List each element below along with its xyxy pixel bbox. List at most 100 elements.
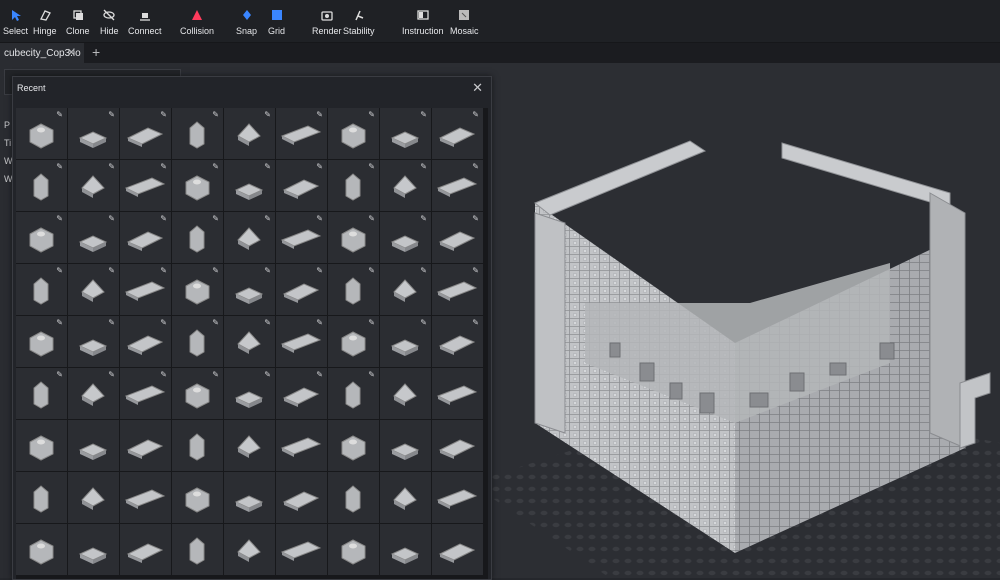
part-cell[interactable]: ✎ <box>328 160 379 211</box>
tool-select-button[interactable]: Select <box>3 8 28 36</box>
part-cell[interactable] <box>432 472 483 523</box>
pin-icon[interactable]: ✎ <box>108 370 115 379</box>
part-cell[interactable] <box>16 472 67 523</box>
pin-icon[interactable]: ✎ <box>56 162 63 171</box>
pin-icon[interactable]: ✎ <box>368 370 375 379</box>
pin-icon[interactable]: ✎ <box>56 110 63 119</box>
part-cell[interactable] <box>328 420 379 471</box>
part-cell[interactable]: ✎ <box>432 108 483 159</box>
pin-icon[interactable]: ✎ <box>212 110 219 119</box>
part-cell[interactable]: ✎ <box>120 368 171 419</box>
pin-icon[interactable]: ✎ <box>316 266 323 275</box>
pin-icon[interactable]: ✎ <box>212 162 219 171</box>
part-cell[interactable]: ✎ <box>68 368 119 419</box>
pin-icon[interactable]: ✎ <box>420 266 427 275</box>
pin-icon[interactable]: ✎ <box>264 214 271 223</box>
part-cell[interactable]: ✎ <box>328 368 379 419</box>
part-cell[interactable]: ✎ <box>16 108 67 159</box>
pin-icon[interactable]: ✎ <box>108 266 115 275</box>
part-cell[interactable]: ✎ <box>224 108 275 159</box>
close-tab-icon[interactable]: ✕ <box>67 46 76 59</box>
tool-snap-button[interactable]: Snap <box>236 8 257 36</box>
tool-clone-button[interactable]: Clone <box>66 8 90 36</box>
part-cell[interactable] <box>380 420 431 471</box>
part-cell[interactable]: ✎ <box>224 368 275 419</box>
part-cell[interactable] <box>432 368 483 419</box>
part-cell[interactable]: ✎ <box>68 316 119 367</box>
part-cell[interactable]: ✎ <box>224 212 275 263</box>
pin-icon[interactable]: ✎ <box>160 110 167 119</box>
pin-icon[interactable]: ✎ <box>420 162 427 171</box>
part-cell[interactable]: ✎ <box>16 264 67 315</box>
part-cell[interactable] <box>328 524 379 575</box>
pin-icon[interactable]: ✎ <box>56 214 63 223</box>
pin-icon[interactable]: ✎ <box>472 162 479 171</box>
pin-icon[interactable]: ✎ <box>264 110 271 119</box>
part-cell[interactable]: ✎ <box>224 160 275 211</box>
pin-icon[interactable]: ✎ <box>420 214 427 223</box>
pin-icon[interactable]: ✎ <box>472 110 479 119</box>
part-cell[interactable]: ✎ <box>328 212 379 263</box>
part-cell[interactable]: ✎ <box>224 316 275 367</box>
pin-icon[interactable]: ✎ <box>316 318 323 327</box>
pin-icon[interactable]: ✎ <box>212 214 219 223</box>
tool-hinge-button[interactable]: Hinge <box>33 8 57 36</box>
part-cell[interactable] <box>120 472 171 523</box>
pin-icon[interactable]: ✎ <box>420 110 427 119</box>
part-cell[interactable] <box>120 420 171 471</box>
part-cell[interactable] <box>16 524 67 575</box>
part-cell[interactable]: ✎ <box>328 316 379 367</box>
part-cell[interactable] <box>276 420 327 471</box>
tool-grid-button[interactable]: Grid <box>268 8 285 36</box>
pin-icon[interactable]: ✎ <box>160 318 167 327</box>
pin-icon[interactable]: ✎ <box>108 214 115 223</box>
part-cell[interactable]: ✎ <box>380 108 431 159</box>
pin-icon[interactable]: ✎ <box>108 318 115 327</box>
pin-icon[interactable]: ✎ <box>212 266 219 275</box>
part-cell[interactable] <box>172 472 223 523</box>
part-cell[interactable]: ✎ <box>276 108 327 159</box>
part-cell[interactable] <box>224 420 275 471</box>
pin-icon[interactable]: ✎ <box>368 214 375 223</box>
part-cell[interactable]: ✎ <box>68 264 119 315</box>
part-cell[interactable] <box>172 524 223 575</box>
part-cell[interactable] <box>380 472 431 523</box>
pin-icon[interactable]: ✎ <box>316 162 323 171</box>
pin-icon[interactable]: ✎ <box>264 370 271 379</box>
part-cell[interactable]: ✎ <box>172 264 223 315</box>
pin-icon[interactable]: ✎ <box>420 318 427 327</box>
pin-icon[interactable]: ✎ <box>56 266 63 275</box>
part-cell[interactable] <box>16 420 67 471</box>
tool-stability-button[interactable]: Stability <box>343 8 375 36</box>
add-tab-button[interactable]: + <box>92 44 100 60</box>
pin-icon[interactable]: ✎ <box>160 214 167 223</box>
part-cell[interactable] <box>432 420 483 471</box>
part-cell[interactable]: ✎ <box>16 212 67 263</box>
pin-icon[interactable]: ✎ <box>108 110 115 119</box>
pin-icon[interactable]: ✎ <box>160 370 167 379</box>
part-cell[interactable]: ✎ <box>276 212 327 263</box>
part-cell[interactable]: ✎ <box>16 160 67 211</box>
pin-icon[interactable]: ✎ <box>316 214 323 223</box>
pin-icon[interactable]: ✎ <box>368 162 375 171</box>
part-cell[interactable]: ✎ <box>432 264 483 315</box>
pin-icon[interactable]: ✎ <box>472 214 479 223</box>
part-cell[interactable]: ✎ <box>120 108 171 159</box>
part-cell[interactable]: ✎ <box>328 264 379 315</box>
part-cell[interactable]: ✎ <box>432 316 483 367</box>
part-cell[interactable]: ✎ <box>172 368 223 419</box>
part-cell[interactable] <box>120 524 171 575</box>
part-cell[interactable] <box>224 524 275 575</box>
part-cell[interactable] <box>224 472 275 523</box>
part-cell[interactable]: ✎ <box>120 212 171 263</box>
pin-icon[interactable]: ✎ <box>472 266 479 275</box>
pin-icon[interactable]: ✎ <box>264 266 271 275</box>
part-cell[interactable]: ✎ <box>380 160 431 211</box>
pin-icon[interactable]: ✎ <box>472 318 479 327</box>
close-icon[interactable]: ✕ <box>472 80 483 96</box>
pin-icon[interactable]: ✎ <box>212 370 219 379</box>
part-cell[interactable]: ✎ <box>276 264 327 315</box>
part-cell[interactable] <box>68 524 119 575</box>
part-cell[interactable]: ✎ <box>380 212 431 263</box>
part-cell[interactable]: ✎ <box>120 264 171 315</box>
